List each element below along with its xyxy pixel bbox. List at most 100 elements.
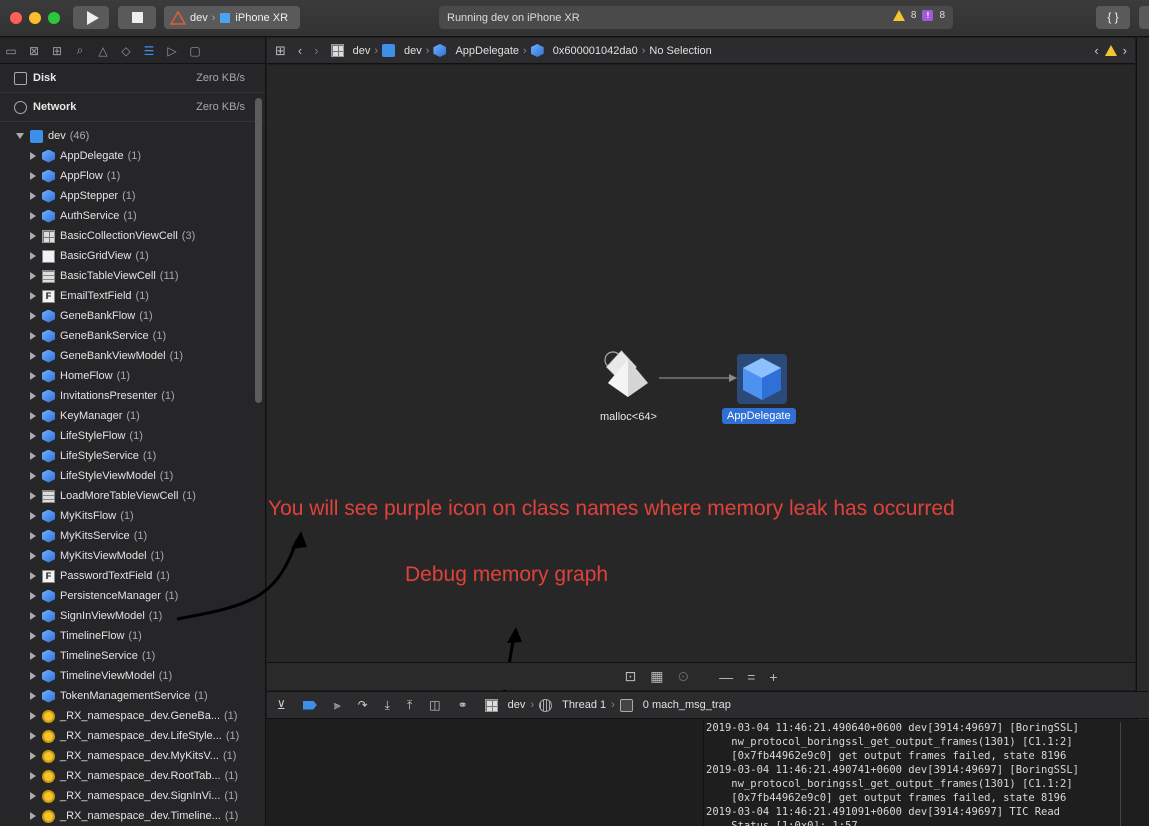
zoom-fit-button[interactable]: =	[747, 669, 755, 685]
console-output[interactable]: 2019-03-04 11:46:21.490640+0600 dev[3914…	[705, 720, 1149, 826]
disclosure-closed-icon[interactable]	[30, 492, 36, 500]
disclosure-closed-icon[interactable]	[30, 672, 36, 680]
console-scrollbar[interactable]	[1120, 722, 1121, 826]
tree-item[interactable]: LifeStyleFlow (1)	[0, 426, 265, 446]
disclosure-closed-icon[interactable]	[30, 552, 36, 560]
test-icon[interactable]: ◇	[119, 44, 133, 58]
run-button[interactable]	[73, 6, 109, 29]
activity-badges[interactable]: 8 ! 8	[892, 10, 945, 21]
navigator-scrollbar[interactable]	[255, 98, 262, 403]
source-control-icon[interactable]: ⊠	[27, 44, 41, 58]
disclosure-closed-icon[interactable]	[30, 292, 36, 300]
disclosure-closed-icon[interactable]	[30, 632, 36, 640]
disclosure-closed-icon[interactable]	[30, 372, 36, 380]
folder-icon[interactable]: ▭	[4, 44, 18, 58]
tree-item[interactable]: HomeFlow (1)	[0, 366, 265, 386]
tree-item[interactable]: AppDelegate (1)	[0, 146, 265, 166]
hide-debug-area-icon[interactable]: ⊻	[277, 698, 286, 712]
tree-item[interactable]: TimelineViewModel (1)	[0, 666, 265, 686]
tree-item[interactable]: _RX_namespace_dev.Timeline... (1)	[0, 806, 265, 826]
tree-item[interactable]: F EmailTextField (1)	[0, 286, 265, 306]
warning-icon[interactable]	[1104, 45, 1117, 56]
jump-crumb-selection[interactable]: No Selection	[649, 45, 711, 57]
appdelegate-node-label[interactable]: AppDelegate	[722, 408, 796, 424]
memory-graph-icon[interactable]: ⚭	[458, 698, 468, 712]
appdelegate-node[interactable]	[737, 354, 787, 404]
issue-icon[interactable]: △	[96, 44, 110, 58]
disclosure-closed-icon[interactable]	[30, 612, 36, 620]
debug-icon[interactable]: ☰	[142, 44, 156, 58]
disclosure-closed-icon[interactable]	[30, 732, 36, 740]
hierarchy-icon[interactable]: ⊞	[50, 44, 64, 58]
zoom-out-button[interactable]: —	[719, 669, 733, 685]
disclosure-open-icon[interactable]	[16, 133, 24, 139]
disclosure-closed-icon[interactable]	[30, 452, 36, 460]
tree-root[interactable]: dev (46)	[0, 126, 265, 146]
disclosure-closed-icon[interactable]	[30, 772, 36, 780]
gauge-network[interactable]: Network Zero KB/s	[0, 93, 265, 122]
disclosure-closed-icon[interactable]	[30, 532, 36, 540]
disclosure-closed-icon[interactable]	[30, 392, 36, 400]
tree-item[interactable]: BasicCollectionViewCell (3)	[0, 226, 265, 246]
tree-item[interactable]: TimelineService (1)	[0, 646, 265, 666]
malloc-node-label[interactable]: malloc<64>	[600, 411, 657, 423]
next-issue-icon[interactable]: ›	[1123, 43, 1127, 58]
disclosure-closed-icon[interactable]	[30, 512, 36, 520]
tree-item[interactable]: GeneBankService (1)	[0, 326, 265, 346]
disclosure-closed-icon[interactable]	[30, 172, 36, 180]
show-only-leaked-icon[interactable]: ⊡	[624, 668, 636, 685]
disclosure-closed-icon[interactable]	[30, 312, 36, 320]
tree-item[interactable]: BasicGridView (1)	[0, 246, 265, 266]
grid-icon[interactable]: ⊞	[275, 43, 286, 59]
window-close-button[interactable]	[10, 12, 22, 24]
tree-item[interactable]: BasicTableViewCell (11)	[0, 266, 265, 286]
jump-crumb-process[interactable]: dev	[330, 44, 370, 57]
tree-item[interactable]: AppFlow (1)	[0, 166, 265, 186]
jump-crumb-instance[interactable]: 0x600001042da0	[530, 44, 638, 57]
search-icon[interactable]: ⌕	[73, 43, 87, 58]
debug-crumb-thread[interactable]: Thread 1	[562, 699, 606, 711]
view-debugger-icon[interactable]: ◫	[429, 698, 440, 712]
scheme-selector[interactable]: dev › iPhone XR	[164, 6, 300, 29]
disclosure-closed-icon[interactable]	[30, 332, 36, 340]
tree-item[interactable]: InvitationsPresenter (1)	[0, 386, 265, 406]
disclosure-closed-icon[interactable]	[30, 252, 36, 260]
tree-item[interactable]: AppStepper (1)	[0, 186, 265, 206]
memory-graph-canvas[interactable]: malloc<64> AppDelegate You will see purp…	[176, 65, 1135, 694]
previous-issue-icon[interactable]: ‹	[1094, 43, 1098, 58]
step-over-icon[interactable]: ↷	[358, 698, 368, 712]
tree-item[interactable]: GeneBankFlow (1)	[0, 306, 265, 326]
reset-zoom-icon[interactable]: ⊙	[677, 668, 689, 685]
back-chevron-icon[interactable]: ‹	[298, 43, 302, 58]
tree-item[interactable]: _RX_namespace_dev.SignInVi... (1)	[0, 786, 265, 806]
gauge-disk[interactable]: Disk Zero KB/s	[0, 64, 265, 93]
disclosure-closed-icon[interactable]	[30, 712, 36, 720]
activity-viewer[interactable]: Running dev on iPhone XR 8 ! 8	[439, 6, 953, 29]
variables-view[interactable]	[267, 720, 704, 826]
tree-item[interactable]: _RX_namespace_dev.GeneBa... (1)	[0, 706, 265, 726]
breakpoints-toggle-icon[interactable]	[302, 700, 317, 710]
continue-icon[interactable]: ⫸	[334, 698, 341, 713]
report-icon[interactable]: ▢	[188, 44, 202, 58]
window-minimize-button[interactable]	[29, 12, 41, 24]
tree-item[interactable]: _RX_namespace_dev.MyKitsV... (1)	[0, 746, 265, 766]
disclosure-closed-icon[interactable]	[30, 352, 36, 360]
window-zoom-button[interactable]	[48, 12, 60, 24]
disclosure-closed-icon[interactable]	[30, 792, 36, 800]
jump-crumb-class[interactable]: AppDelegate	[433, 44, 519, 57]
disclosure-closed-icon[interactable]	[30, 812, 36, 820]
disclosure-closed-icon[interactable]	[30, 572, 36, 580]
disclosure-closed-icon[interactable]	[30, 692, 36, 700]
tree-item[interactable]: TokenManagementService (1)	[0, 686, 265, 706]
editor-toggle-button[interactable]	[1139, 6, 1149, 29]
library-button[interactable]: { }	[1096, 6, 1130, 29]
tree-item[interactable]: LifeStyleViewModel (1)	[0, 466, 265, 486]
step-out-icon[interactable]: ⤒	[407, 698, 412, 713]
disclosure-closed-icon[interactable]	[30, 152, 36, 160]
disclosure-closed-icon[interactable]	[30, 412, 36, 420]
disclosure-closed-icon[interactable]	[30, 472, 36, 480]
disclosure-closed-icon[interactable]	[30, 752, 36, 760]
tree-item[interactable]: _RX_namespace_dev.LifeStyle... (1)	[0, 726, 265, 746]
debug-crumb-frame[interactable]: 0 mach_msg_trap	[643, 699, 731, 711]
jump-crumb-target[interactable]: dev	[382, 44, 422, 57]
